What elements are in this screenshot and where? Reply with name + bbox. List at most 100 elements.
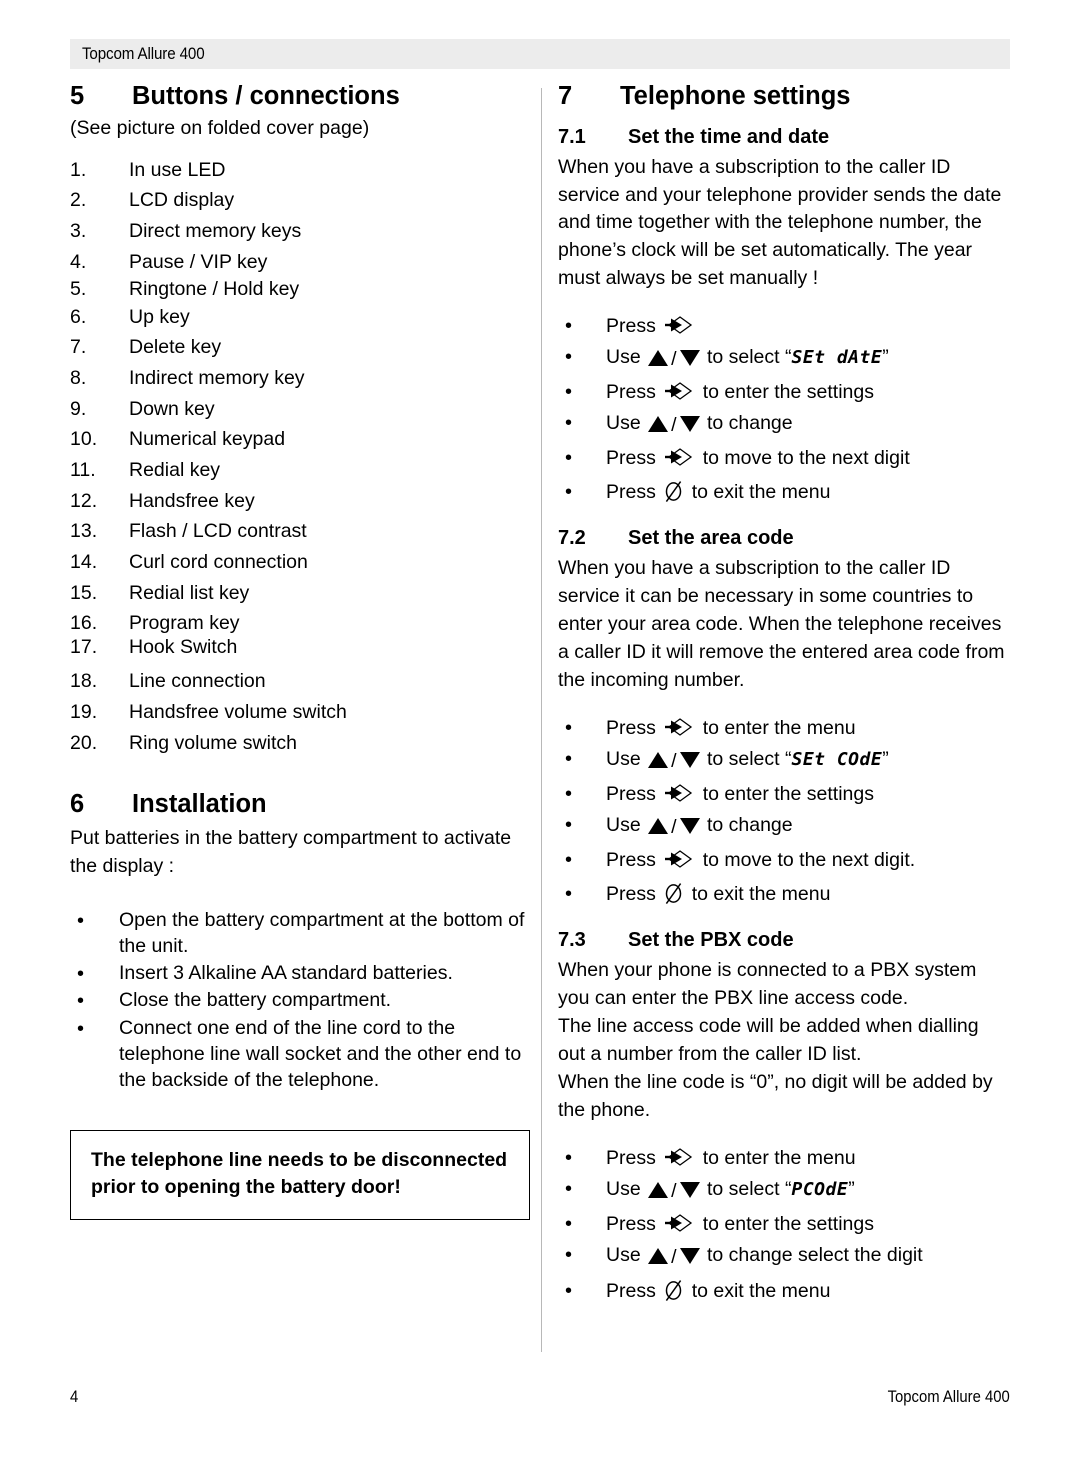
section-5-number: 5 bbox=[70, 82, 85, 110]
list-item: 13. Flash / LCD contrast bbox=[70, 522, 530, 542]
step-text: to move to the next digit bbox=[702, 447, 910, 470]
step-text: to select “ bbox=[706, 346, 792, 369]
list-item: • Insert 3 Alkaline AA standard batterie… bbox=[70, 961, 530, 988]
step-text: to exit the menu bbox=[691, 1280, 831, 1303]
list-item: 6. Up key bbox=[70, 307, 530, 328]
step-verb: Use bbox=[606, 1178, 641, 1201]
list-item: 18. Line connection bbox=[70, 672, 530, 692]
installation-intro: Put batteries in the battery compartment… bbox=[70, 826, 512, 877]
step-verb: Press bbox=[606, 315, 656, 338]
list-item: • Open the battery compartment at the bo… bbox=[70, 908, 530, 960]
item-number: 14. bbox=[70, 551, 98, 574]
list-item: • Press to exit the menu bbox=[558, 881, 1010, 905]
section-7-2-title: Set the area code bbox=[628, 527, 794, 550]
triangle-up-icon bbox=[648, 818, 669, 835]
section-7-1-title: Set the time and date bbox=[628, 125, 830, 148]
item-label: Down key bbox=[129, 397, 215, 420]
section-7-2-body: When you have a subscription to the call… bbox=[558, 557, 1005, 692]
bullet-text: Close the battery compartment. bbox=[119, 989, 392, 1012]
section-5-title: Buttons / connections bbox=[132, 82, 400, 110]
bullet-marker: • bbox=[77, 962, 85, 985]
list-item: • Use / to change bbox=[558, 413, 1010, 436]
bullet-marker: • bbox=[565, 412, 573, 435]
section-7-1-steps: • Press • Use / to select “SEt dAtE” • P… bbox=[558, 314, 1010, 503]
list-item: • Press to enter the settings bbox=[558, 782, 1010, 805]
section-7-2-steps: • Press to enter the menu • Use / to sel… bbox=[558, 716, 1010, 905]
step-verb: Press bbox=[606, 381, 656, 404]
bullet-marker: • bbox=[565, 381, 573, 404]
program-key-icon bbox=[664, 1146, 694, 1168]
section-7-3-heading: 7.3 Set the PBX code bbox=[558, 929, 1010, 952]
list-item: 10. Numerical keypad bbox=[70, 430, 530, 450]
left-column: 5 Buttons / connections (See picture on … bbox=[70, 82, 530, 1220]
item-number: 9. bbox=[70, 397, 87, 420]
running-header: Topcom Allure 400 bbox=[70, 39, 1010, 69]
bullet-marker: • bbox=[565, 1178, 573, 1201]
item-number: 12. bbox=[70, 489, 98, 512]
list-item: • Press to exit the menu bbox=[558, 479, 1010, 503]
item-label: Direct memory keys bbox=[129, 219, 302, 242]
bullet-marker: • bbox=[565, 1244, 573, 1267]
step-text: to exit the menu bbox=[691, 883, 831, 906]
list-item: • Press to enter the menu bbox=[558, 1146, 1010, 1169]
item-label: Delete key bbox=[129, 336, 222, 359]
triangle-down-icon bbox=[679, 752, 700, 769]
triangle-up-icon bbox=[648, 350, 669, 367]
list-item: • Press to move to the next digit bbox=[558, 446, 1010, 469]
up-down-key-icon: / bbox=[648, 1181, 700, 1202]
step-verb: Use bbox=[606, 346, 641, 369]
warning-text: The telephone line needs to be disconnec… bbox=[91, 1148, 508, 1199]
step-text: to enter the settings bbox=[702, 381, 874, 404]
bullet-marker: • bbox=[565, 849, 573, 872]
step-verb: Press bbox=[606, 1280, 656, 1303]
program-key-icon bbox=[664, 446, 694, 468]
page-footer: 4 Topcom Allure 400 bbox=[70, 1388, 1010, 1407]
triangle-down-icon bbox=[679, 1248, 700, 1265]
list-item: • Press to enter the settings bbox=[558, 380, 1010, 403]
item-label: Redial list key bbox=[129, 581, 250, 604]
step-text: to move to the next digit. bbox=[702, 849, 916, 872]
section-6-title: Installation bbox=[132, 790, 267, 819]
bullet-marker: • bbox=[77, 1017, 85, 1040]
item-number: 18. bbox=[70, 670, 98, 693]
program-key-icon bbox=[664, 782, 694, 804]
bullet-marker: • bbox=[565, 1280, 573, 1303]
list-item: • Use / to select “PCOdE” bbox=[558, 1179, 1010, 1202]
section-7-1-number: 7.1 bbox=[558, 125, 586, 148]
bullet-marker: • bbox=[565, 447, 573, 470]
step-verb: Press bbox=[606, 1147, 656, 1170]
step-text: to change select the digit bbox=[706, 1244, 923, 1267]
bullet-marker: • bbox=[77, 990, 85, 1013]
triangle-up-icon bbox=[648, 1248, 669, 1265]
item-number: 17. bbox=[70, 635, 98, 658]
item-label: Handsfree key bbox=[129, 489, 255, 512]
list-item: 15. Redial list key bbox=[70, 581, 530, 604]
step-tail: ” bbox=[848, 1178, 855, 1201]
section-7-3-body-line1: When your phone is connected to a PBX sy… bbox=[558, 959, 977, 1010]
column-divider bbox=[541, 88, 542, 1352]
exit-key-icon bbox=[663, 881, 684, 905]
step-verb: Press bbox=[606, 481, 656, 504]
triangle-down-icon bbox=[679, 818, 700, 835]
item-number: 20. bbox=[70, 731, 98, 754]
item-number: 16. bbox=[70, 612, 98, 635]
list-item: 17. Hook Switch bbox=[70, 635, 530, 658]
item-label: Flash / LCD contrast bbox=[129, 520, 307, 543]
up-down-key-icon: / bbox=[648, 751, 700, 772]
item-label: LCD display bbox=[129, 189, 235, 212]
right-column: 7 Telephone settings 7.1 Set the time an… bbox=[558, 82, 1010, 1313]
step-text: to select “ bbox=[706, 1178, 792, 1201]
triangle-up-icon bbox=[648, 1182, 669, 1199]
list-item: • Close the battery compartment. bbox=[70, 988, 530, 1015]
up-down-key-icon: / bbox=[648, 416, 700, 436]
list-item: 9. Down key bbox=[70, 397, 530, 420]
list-item: 16. Program key bbox=[70, 614, 530, 634]
section-5-heading: 5 Buttons / connections bbox=[70, 82, 530, 111]
bullet-marker: • bbox=[77, 909, 85, 932]
list-item: • Press to enter the settings bbox=[558, 1212, 1010, 1235]
list-item: 3. Direct memory keys bbox=[70, 219, 530, 242]
step-text: to enter the settings bbox=[702, 1213, 874, 1236]
buttons-connections-list: 1. In use LED 2. LCD display 3. Direct m… bbox=[70, 160, 530, 754]
list-item: 14. Curl cord connection bbox=[70, 553, 530, 573]
document-page: Topcom Allure 400 5 Buttons / connection… bbox=[0, 0, 1080, 1464]
